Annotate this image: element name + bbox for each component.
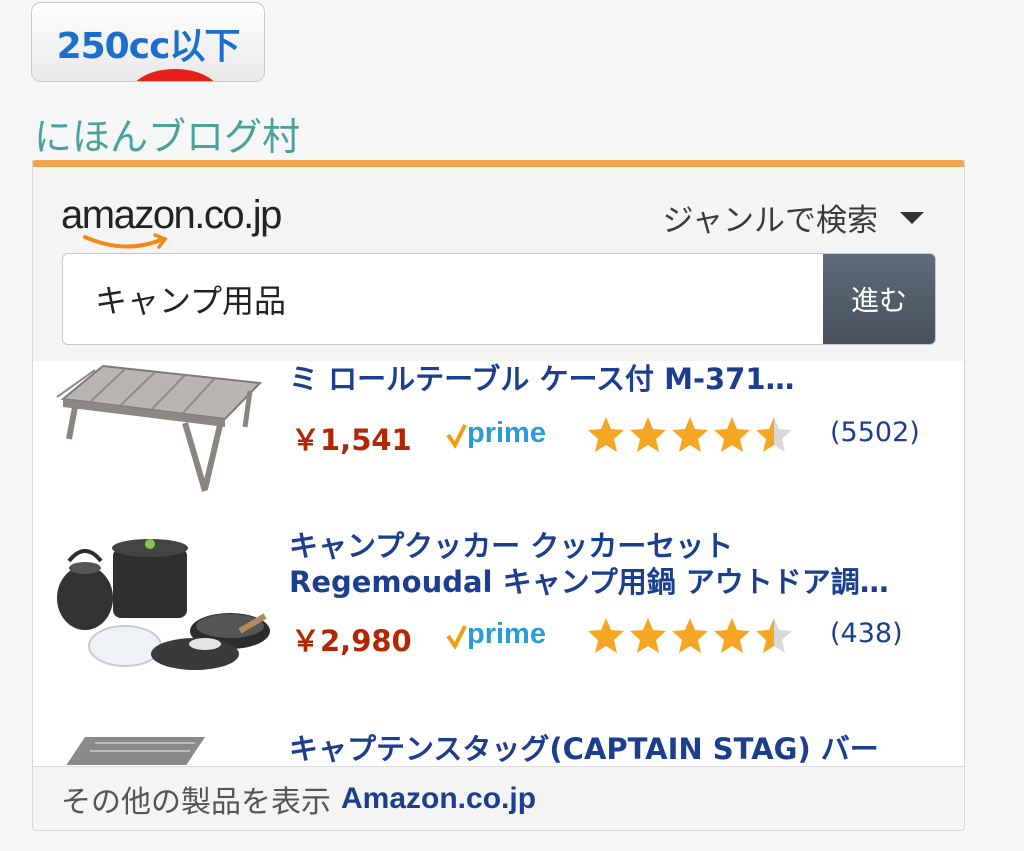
product-results: ミ ロールテーブル ケース付 M-371… ￥1,541 prime (5502… <box>33 361 964 765</box>
prime-label: prime <box>467 417 546 449</box>
widget-header: amazon.co.jp ジャンルで検索 進む <box>33 167 964 368</box>
star-icon <box>588 618 624 653</box>
product-row[interactable]: キャンプクッカー クッカーセット Regemoudal キャンプ用鍋 アウトドア… <box>33 514 964 716</box>
star-icon <box>588 417 624 452</box>
prime-badge: prime <box>443 618 573 658</box>
blog-ranking-badge[interactable]: 250cc以下 <box>31 2 265 82</box>
product-row[interactable]: ミ ロールテーブル ケース付 M-371… ￥1,541 prime (5502… <box>33 361 964 515</box>
caret-down-icon <box>900 211 924 224</box>
star-rating <box>586 616 801 660</box>
review-count[interactable]: (438) <box>830 618 903 649</box>
product-title[interactable]: キャプテンスタッグ(CAPTAIN STAG) バー <box>289 731 924 765</box>
amazon-logo[interactable]: amazon.co.jp <box>61 193 282 249</box>
badge-red-circle <box>130 69 220 81</box>
amazon-smile-icon <box>83 233 168 249</box>
genre-search-dropdown[interactable]: ジャンルで検索 <box>663 195 924 240</box>
star-icon <box>630 618 666 653</box>
bbq-grill-image <box>66 737 205 765</box>
nihon-blog-mura-link[interactable]: にほんブログ村 <box>34 106 300 161</box>
search-input[interactable] <box>63 254 823 344</box>
product-title[interactable]: ミ ロールテーブル ケース付 M-371… <box>289 361 924 397</box>
go-button[interactable]: 進む <box>823 254 935 344</box>
star-icon <box>672 618 708 653</box>
product-title[interactable]: キャンプクッカー クッカーセット <box>289 528 924 564</box>
star-icon <box>714 417 750 452</box>
footer-text: その他の製品を表示 <box>61 784 331 820</box>
star-icon <box>756 417 792 452</box>
product-price: ￥2,980 <box>291 624 412 658</box>
review-count[interactable]: (5502) <box>830 417 920 448</box>
star-rating <box>586 415 801 459</box>
widget-accent-bar <box>33 160 964 167</box>
star-icon <box>714 618 750 653</box>
product-title-line2[interactable]: Regemoudal キャンプ用鍋 アウトドア調… <box>289 564 924 600</box>
amazon-search-widget: amazon.co.jp ジャンルで検索 進む <box>32 160 965 831</box>
star-icon <box>672 417 708 452</box>
search-bar: 進む <box>62 253 936 345</box>
prime-badge: prime <box>443 417 573 457</box>
star-icon <box>756 618 792 653</box>
amazon-logo-text: amazon.co.jp <box>61 193 282 237</box>
star-icon <box>630 417 666 452</box>
camp-cooker-image <box>57 539 270 670</box>
badge-label: 250cc以下 <box>56 26 241 67</box>
product-price: ￥1,541 <box>291 423 412 457</box>
product-row[interactable]: キャプテンスタッグ(CAPTAIN STAG) バー <box>33 715 964 765</box>
footer-site-link[interactable]: Amazon.co.jp <box>341 782 536 816</box>
roll-table-image <box>56 364 263 492</box>
genre-search-label: ジャンルで検索 <box>662 203 878 239</box>
prime-label: prime <box>467 618 546 650</box>
widget-footer[interactable]: その他の製品を表示 Amazon.co.jp <box>33 766 964 830</box>
